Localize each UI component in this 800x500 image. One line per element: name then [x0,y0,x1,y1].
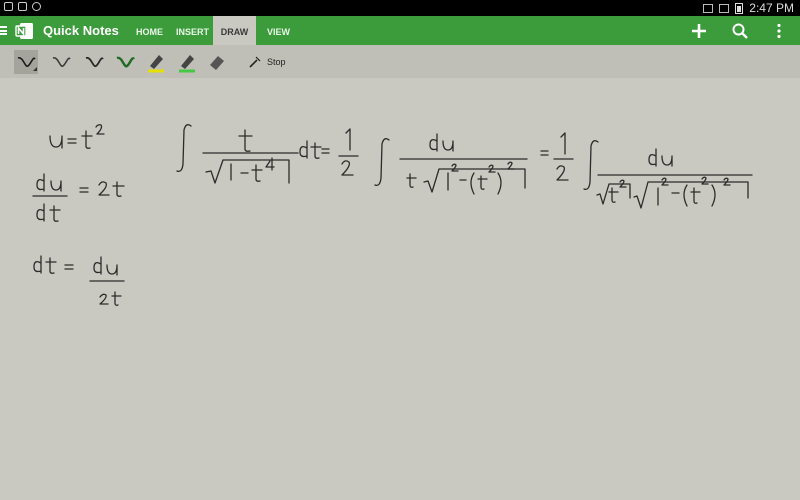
highlighter-green-icon[interactable] [175,50,199,74]
hamburger-icon[interactable] [0,26,7,35]
tab-insert[interactable]: INSERT [176,16,209,45]
kebab-icon[interactable] [774,23,784,39]
pen-black-icon[interactable] [14,50,38,74]
ink-integral-1 [176,124,330,184]
notification-icon [4,2,13,11]
draw-toolbar: Stop [0,45,800,78]
search-icon[interactable] [731,22,749,40]
app-title: Quick Notes [43,23,119,38]
stop-label: Stop [267,57,286,67]
signal-icon [703,3,714,13]
ink-integral-3 [540,132,753,209]
tab-view[interactable]: VIEW [267,16,290,45]
wifi-icon [719,3,730,13]
onenote-logo-icon[interactable] [14,20,36,42]
eraser-icon[interactable] [205,50,229,74]
pen-gray-icon[interactable] [49,50,73,74]
compass-icon [32,2,41,11]
pen-dark-icon[interactable] [82,50,106,74]
ink-du-dt-equals-2t [32,173,125,222]
stop-pen-icon [249,56,261,68]
battery-icon [735,2,744,14]
clock: 2:47 PM [749,1,794,15]
ink-canvas[interactable] [0,78,800,500]
pen-green-icon[interactable] [113,50,137,74]
ink-u-equals-t-squared [49,124,105,149]
highlighter-yellow-icon[interactable] [144,50,168,74]
tab-draw[interactable]: DRAW [213,16,256,45]
ink-integral-2 [338,128,528,195]
plus-icon[interactable] [690,22,708,40]
tab-home[interactable]: HOME [136,16,163,45]
app-bar: Quick Notes HOME INSERT DRAW VIEW [0,16,800,45]
status-bar: 2:47 PM [0,0,800,16]
gallery-icon [18,2,27,11]
ink-dt-equals-du-over-2t [33,255,125,306]
stop-button[interactable]: Stop [248,53,286,71]
